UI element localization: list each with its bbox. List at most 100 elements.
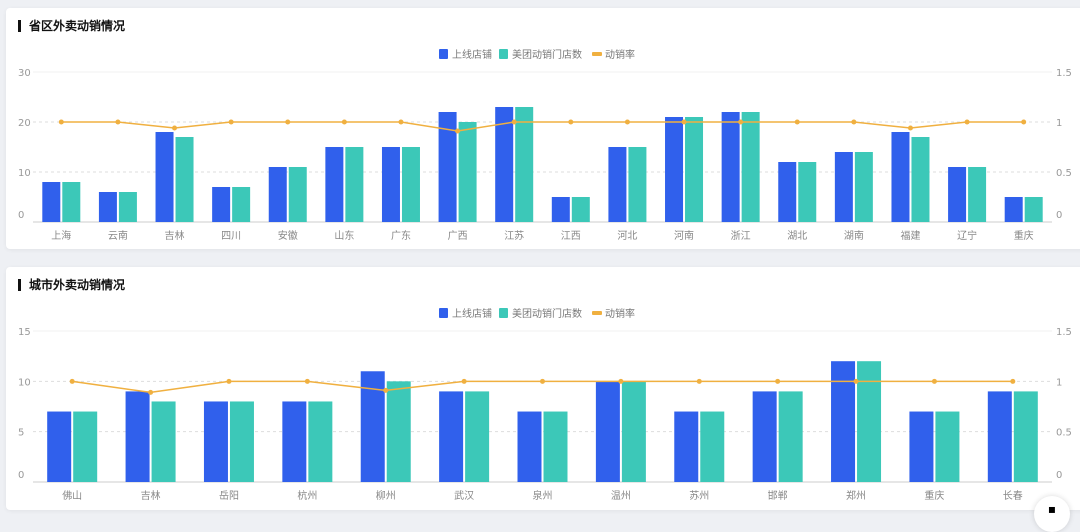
- line-point: [853, 378, 859, 384]
- robot-icon: ▪: [1047, 502, 1057, 516]
- legend-swatch: [592, 52, 602, 56]
- x-tick-label: 重庆: [924, 489, 944, 502]
- y2-tick-label: 0: [1056, 470, 1062, 481]
- line-point: [568, 119, 574, 125]
- x-tick-label: 长春: [1003, 490, 1023, 502]
- line-point: [775, 378, 781, 384]
- line-point: [172, 125, 178, 131]
- line-point: [511, 119, 517, 125]
- y-tick-label: 10: [18, 377, 31, 388]
- line-point: [964, 119, 970, 125]
- x-tick-label: 浙江: [731, 230, 751, 242]
- x-tick-label: 上海: [51, 229, 71, 242]
- line-point: [738, 119, 744, 125]
- bar-active-stores: [288, 167, 307, 222]
- legend-label: 动销率: [605, 307, 635, 320]
- bar-active-stores: [741, 112, 760, 222]
- legend-label: 上线店铺: [452, 48, 492, 61]
- x-tick-label: 柳州: [376, 489, 396, 502]
- bar-online-stores: [595, 381, 620, 482]
- bar-active-stores: [308, 401, 333, 482]
- legend-label: 上线店铺: [452, 307, 492, 320]
- x-tick-label: 河北: [617, 230, 637, 242]
- bar-active-stores: [345, 147, 364, 222]
- line-point: [696, 378, 702, 384]
- legend-label: 动销率: [605, 48, 635, 61]
- line-point: [226, 378, 232, 384]
- line-point: [907, 125, 913, 131]
- y-tick-label: 30: [18, 68, 31, 79]
- line-point: [1010, 378, 1016, 384]
- line-point: [115, 119, 121, 125]
- x-tick-label: 重庆: [1014, 229, 1034, 242]
- y2-tick-label: 1: [1056, 377, 1062, 388]
- x-tick-label: 岳阳: [219, 490, 239, 502]
- x-tick-label: 吉林: [141, 489, 161, 502]
- bar-online-stores: [325, 147, 344, 222]
- x-tick-label: 广西: [448, 230, 468, 242]
- bar-online-stores: [987, 391, 1012, 482]
- bar-active-stores: [1024, 197, 1043, 222]
- bar-online-stores: [98, 192, 117, 222]
- bar-online-stores: [125, 391, 150, 482]
- bar-online-stores: [948, 167, 967, 222]
- y-tick-label: 0: [18, 210, 24, 221]
- bar-active-stores: [700, 411, 725, 482]
- line-point: [58, 119, 64, 125]
- bar-active-stores: [401, 147, 420, 222]
- line-point: [851, 119, 857, 125]
- bar-active-stores: [118, 192, 137, 222]
- line-point: [398, 119, 404, 125]
- bar-online-stores: [439, 391, 464, 482]
- bar-online-stores: [203, 401, 228, 482]
- bar-online-stores: [47, 411, 72, 482]
- x-tick-label: 湖南: [844, 229, 864, 242]
- bar-online-stores: [752, 391, 777, 482]
- line-point: [285, 119, 291, 125]
- bar-online-stores: [381, 147, 400, 222]
- line-point: [1021, 119, 1027, 125]
- bar-active-stores: [857, 361, 882, 482]
- x-tick-label: 吉林: [165, 229, 185, 242]
- city-chart-card: 城市外卖动销情况 上线店铺 美团动销门店数 动销率 0 0 5 0.5 10 1 15 1.5 佛山吉…: [6, 267, 1080, 510]
- x-tick-label: 湖北: [787, 230, 807, 242]
- line-point: [304, 378, 310, 384]
- bar-active-stores: [175, 137, 194, 222]
- bar-active-stores: [778, 391, 803, 482]
- bar-active-stores: [543, 411, 568, 482]
- x-tick-label: 辽宁: [957, 229, 977, 242]
- legend-swatch: [439, 49, 448, 59]
- legend-swatch: [499, 49, 508, 59]
- x-tick-label: 泉州: [533, 489, 553, 502]
- legend-label: 美团动销门店数: [512, 307, 582, 320]
- bar-active-stores: [73, 411, 98, 482]
- y2-tick-label: 0.5: [1056, 168, 1072, 179]
- x-tick-label: 江西: [561, 230, 581, 242]
- bar-active-stores: [1013, 391, 1038, 482]
- x-tick-label: 安徽: [278, 229, 298, 242]
- y2-tick-label: 0.5: [1056, 428, 1072, 439]
- bar-active-stores: [386, 381, 411, 482]
- bar-active-stores: [935, 411, 960, 482]
- bar-online-stores: [268, 167, 287, 222]
- bar-online-stores: [834, 152, 853, 222]
- x-tick-label: 河南: [674, 229, 694, 242]
- floating-assistant-button[interactable]: ▪: [1034, 496, 1070, 532]
- x-tick-label: 佛山: [62, 489, 82, 502]
- y-tick-label: 15: [18, 327, 31, 338]
- bar-active-stores: [515, 107, 534, 222]
- line-point: [341, 119, 347, 125]
- y-tick-label: 10: [18, 168, 31, 179]
- legend-swatch: [439, 308, 448, 318]
- bar-active-stores: [458, 122, 477, 222]
- bar-online-stores: [155, 132, 174, 222]
- bar-active-stores: [685, 117, 704, 222]
- bar-active-stores: [151, 401, 176, 482]
- bar-active-stores: [911, 137, 930, 222]
- x-tick-label: 温州: [611, 490, 631, 502]
- bar-online-stores: [1004, 197, 1023, 222]
- bar-online-stores: [517, 411, 542, 482]
- line-point: [69, 378, 75, 384]
- x-tick-label: 苏州: [689, 489, 709, 502]
- bar-online-stores: [608, 147, 627, 222]
